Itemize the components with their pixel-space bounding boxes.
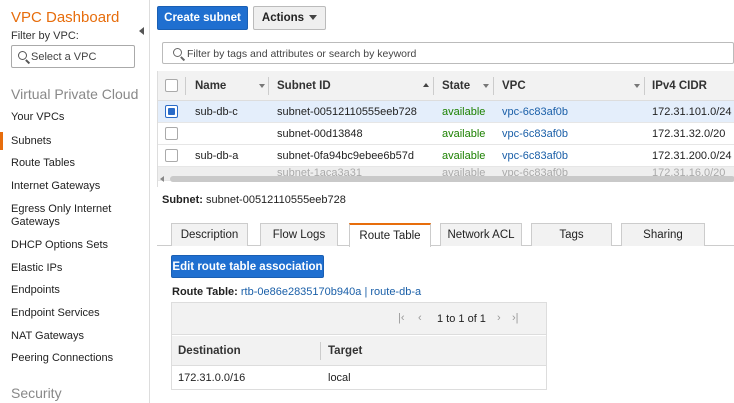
subnet-state: available <box>442 128 486 140</box>
search-icon <box>18 51 27 60</box>
tab-sharing[interactable]: Sharing <box>621 223 705 246</box>
route-target: local <box>328 372 351 384</box>
route-destination: 172.31.0.0/16 <box>178 372 246 384</box>
first-page-icon[interactable]: |‹ <box>398 312 405 324</box>
sidebar-item-internet-gateways[interactable]: Internet Gateways <box>11 180 100 193</box>
column-header-ipv4-cidr[interactable]: IPv4 CIDR <box>652 71 707 101</box>
column-divider <box>644 77 645 95</box>
subnet-id: subnet-0fa94bc9ebee6b57d <box>277 150 415 162</box>
last-page-icon[interactable]: ›| <box>512 312 519 324</box>
sidebar-item-dhcp-options-sets[interactable]: DHCP Options Sets <box>11 239 108 252</box>
subnet-state: available <box>442 150 486 162</box>
horizontal-scrollbar[interactable] <box>158 175 734 183</box>
vpc-select-placeholder: Select a VPC <box>31 51 97 63</box>
ipv4-cidr: 172.31.200.0/24 <box>652 150 732 162</box>
active-indicator <box>0 132 3 150</box>
subnet-id: subnet-00d13848 <box>277 128 363 140</box>
next-page-icon[interactable]: › <box>497 312 501 324</box>
chevron-down-icon <box>483 84 489 88</box>
sidebar-item-endpoints[interactable]: Endpoints <box>11 284 60 297</box>
sidebar: VPC Dashboard Filter by VPC: Select a VP… <box>0 0 150 403</box>
pagination-text: 1 to 1 of 1 <box>437 313 486 325</box>
selected-subnet-label: Subnet: <box>162 194 203 206</box>
column-header-target[interactable]: Target <box>328 336 362 366</box>
tab-flow-logs[interactable]: Flow Logs <box>260 223 338 246</box>
filter-search-input[interactable]: Filter by tags and attributes or search … <box>162 42 734 64</box>
routes-table: |‹ ‹ 1 to 1 of 1 › ›| Destination Target… <box>171 302 547 390</box>
scrollbar-thumb[interactable] <box>170 176 734 182</box>
pagination: |‹ ‹ 1 to 1 of 1 › ›| <box>172 303 546 335</box>
ipv4-cidr: 172.31.32.0/20 <box>652 128 726 140</box>
column-divider <box>493 77 494 95</box>
search-icon <box>173 48 182 57</box>
column-header-state[interactable]: State <box>442 71 470 101</box>
ipv4-cidr: 172.31.101.0/24 <box>652 106 732 118</box>
column-divider <box>185 77 186 95</box>
chevron-down-icon <box>309 15 318 21</box>
row-checkbox[interactable] <box>165 149 178 162</box>
route-table-id-link[interactable]: rtb-0e86e2835170b940a <box>241 286 362 298</box>
route-table-info: Route Table: rtb-0e86e2835170b940a | rou… <box>172 286 421 298</box>
route-table-separator: | <box>364 286 368 298</box>
table-row[interactable]: subnet-00d13848 available vpc-6c83af0b 1… <box>158 123 734 145</box>
scroll-left-icon[interactable] <box>160 176 164 182</box>
route-table-name-link[interactable]: route-db-a <box>370 286 421 298</box>
sidebar-item-nat-gateways[interactable]: NAT Gateways <box>11 330 84 343</box>
actions-button[interactable]: Actions <box>253 6 326 30</box>
filter-by-vpc-label: Filter by VPC: <box>11 30 79 42</box>
create-subnet-button[interactable]: Create subnet <box>157 6 248 30</box>
column-header-destination[interactable]: Destination <box>178 336 241 366</box>
search-placeholder: Filter by tags and attributes or search … <box>187 48 417 60</box>
sidebar-item-egress-only-internet-gateways[interactable]: Egress Only Internet Gateways <box>11 203 121 229</box>
sidebar-item-subnets[interactable]: Subnets <box>11 135 51 148</box>
subnet-name: sub-db-a <box>195 150 239 162</box>
column-header-name[interactable]: Name <box>195 71 226 101</box>
vpc-console: VPC Dashboard Filter by VPC: Select a VP… <box>0 0 734 403</box>
sidebar-item-endpoint-services[interactable]: Endpoint Services <box>11 307 100 320</box>
sidebar-item-peering-connections[interactable]: Peering Connections <box>11 352 113 365</box>
vpc-select[interactable]: Select a VPC <box>11 45 135 68</box>
selected-subnet-value: subnet-00512110555eeb728 <box>206 194 346 206</box>
table-row[interactable]: sub-db-a subnet-0fa94bc9ebee6b57d availa… <box>158 145 734 167</box>
tab-network-acl[interactable]: Network ACL <box>440 223 522 246</box>
column-header-vpc[interactable]: VPC <box>502 71 526 101</box>
section-virtual-private-cloud: Virtual Private Cloud <box>11 86 139 102</box>
subnets-table: Name Subnet ID State VPC IPv4 CIDR sub-d… <box>157 71 734 187</box>
subnet-name: sub-db-c <box>195 106 238 118</box>
collapse-sidebar-icon[interactable] <box>136 22 150 40</box>
edit-route-table-association-button[interactable]: Edit route table association <box>171 255 324 278</box>
routes-table-header: Destination Target <box>172 336 546 366</box>
vpc-link[interactable]: vpc-6c83af0b <box>502 123 568 145</box>
sidebar-item-route-tables[interactable]: Route Tables <box>11 157 75 170</box>
table-row[interactable]: sub-db-c subnet-00512110555eeb728 availa… <box>158 101 734 123</box>
row-checkbox[interactable] <box>165 127 178 140</box>
chevron-down-icon <box>259 84 265 88</box>
selected-subnet: Subnet: subnet-00512110555eeb728 <box>162 194 346 206</box>
table-row: 172.31.0.0/16 local <box>172 367 546 389</box>
row-checkbox[interactable] <box>165 105 178 118</box>
route-table-label: Route Table: <box>172 286 238 298</box>
select-all-checkbox[interactable] <box>165 79 178 92</box>
column-divider <box>320 342 321 360</box>
column-header-subnet-id[interactable]: Subnet ID <box>277 71 331 101</box>
sidebar-title[interactable]: VPC Dashboard <box>11 9 119 26</box>
vpc-link[interactable]: vpc-6c83af0b <box>502 145 568 167</box>
sidebar-item-elastic-ips[interactable]: Elastic IPs <box>11 262 62 275</box>
subnet-id: subnet-00512110555eeb728 <box>277 106 417 118</box>
column-divider <box>433 77 434 95</box>
sort-ascending-icon[interactable] <box>423 83 429 87</box>
column-divider <box>268 77 269 95</box>
tab-route-table[interactable]: Route Table <box>349 223 431 247</box>
sidebar-item-your-vpcs[interactable]: Your VPCs <box>11 111 64 124</box>
vpc-link[interactable]: vpc-6c83af0b <box>502 101 568 123</box>
previous-page-icon[interactable]: ‹ <box>418 312 422 324</box>
subnet-state: available <box>442 106 486 118</box>
actions-label: Actions <box>261 12 305 24</box>
chevron-down-icon <box>634 84 640 88</box>
tab-tags[interactable]: Tags <box>531 223 612 246</box>
section-security: Security <box>11 385 62 401</box>
table-header: Name Subnet ID State VPC IPv4 CIDR <box>158 71 734 101</box>
tab-description[interactable]: Description <box>171 223 248 246</box>
